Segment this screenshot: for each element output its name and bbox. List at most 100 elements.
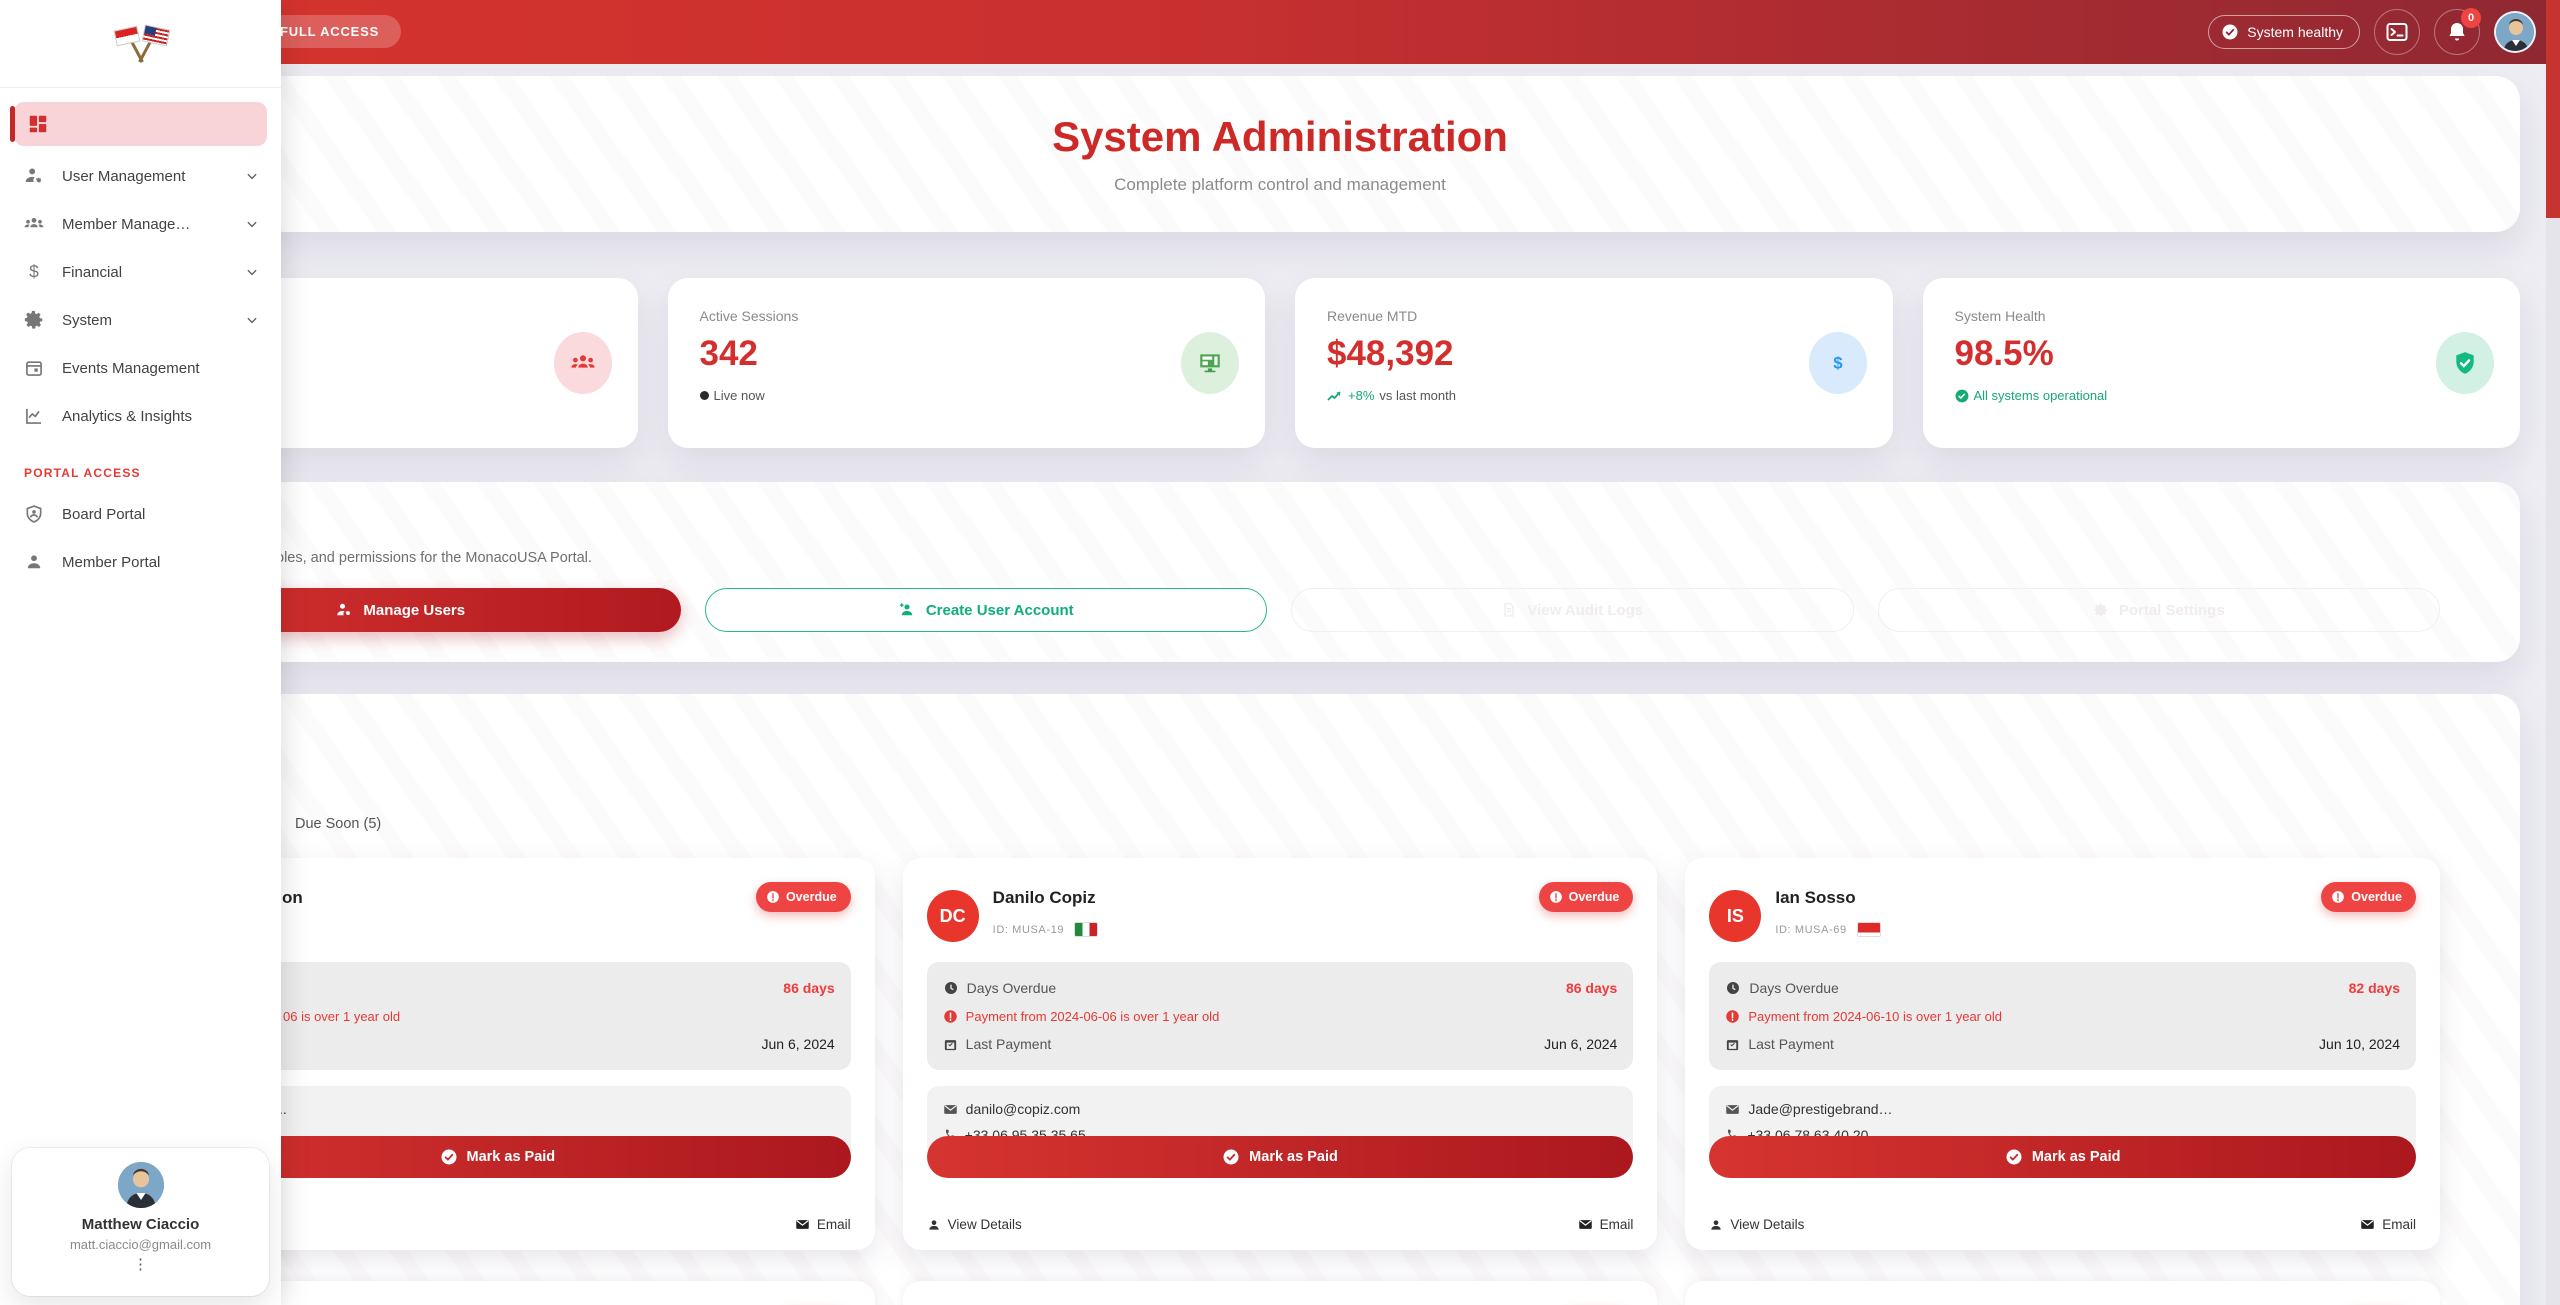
calendar-icon: [22, 356, 46, 380]
stat-card-system-health: System Health 98.5% All systems operatio…: [1923, 278, 2521, 448]
member-email: danilo@copiz.com: [966, 1101, 1081, 1117]
scrollbar-thumb[interactable]: [2546, 0, 2560, 218]
member-card: DC Danilo Copiz ID: MUSA-19 Overdue: [903, 858, 1658, 1250]
mark-as-paid-button[interactable]: Mark as Paid: [927, 1136, 1634, 1178]
sidebar-item-member-portal[interactable]: Member Portal: [10, 538, 271, 586]
days-overdue-value: 86 days: [1566, 980, 1617, 996]
terminal-icon: [2385, 20, 2409, 44]
sidebar-item-events-management[interactable]: Events Management: [10, 344, 271, 392]
topbar-avatar[interactable]: [2494, 11, 2536, 53]
chevron-down-icon: [245, 313, 259, 327]
email-link[interactable]: Email: [795, 1217, 851, 1232]
check-circle-icon: [1955, 389, 1969, 403]
chevron-down-icon: [245, 265, 259, 279]
sidebar-item-label: Member Manage…: [62, 216, 229, 233]
person-icon: [1709, 1218, 1723, 1232]
logo: [0, 0, 281, 88]
user-name: Matthew Ciaccio: [12, 1216, 269, 1233]
calendar-icon: [1725, 1037, 1740, 1052]
terminal-button[interactable]: [2374, 9, 2420, 55]
check-circle-icon: [2221, 23, 2239, 41]
stat-sub: All systems operational: [1974, 388, 2108, 403]
view-details-link[interactable]: View Details: [927, 1217, 1022, 1232]
sidebar-item-financial[interactable]: $ Financial: [10, 248, 271, 296]
sidebar-item-label: Board Portal: [62, 506, 259, 523]
stats-row: Active Sessions 342 Live now Revenue MTD…: [40, 278, 2520, 448]
stat-label: Active Sessions: [700, 308, 1234, 324]
sidebar-user-card: Matthew Ciaccio matt.ciaccio@gmail.com ⋮: [12, 1148, 269, 1296]
create-user-account-button[interactable]: Create User Account: [705, 588, 1268, 632]
hero-card: System Administration Complete platform …: [40, 76, 2520, 232]
create-user-account-label: Create User Account: [926, 602, 1074, 619]
payment-warning: 06 is over 1 year old: [283, 1009, 400, 1024]
svg-text:$: $: [1833, 355, 1842, 373]
notifications-button[interactable]: 0: [2434, 9, 2480, 55]
system-administration-page: FULL ACCESS System healthy 0: [0, 0, 2560, 1305]
portal-settings-label: Portal Settings: [2119, 602, 2225, 619]
overdue-info-box: Days Overdue 82 days Payment from 2024-0…: [1709, 962, 2416, 1070]
member-name: on: [282, 888, 756, 908]
sidebar-item-member-management[interactable]: Member Manage…: [10, 200, 271, 248]
monaco-flag-icon: [1857, 922, 1881, 937]
member-card: Overdue: [903, 1281, 1658, 1305]
stat-value: 342: [700, 334, 1234, 374]
stat-label: Revenue MTD: [1327, 308, 1861, 324]
portal-settings-button[interactable]: Portal Settings: [1878, 588, 2441, 632]
overdue-info-box: Days Overdue 86 days Payment from 2024-0…: [927, 962, 1634, 1070]
last-payment-value: Jun 6, 2024: [1544, 1036, 1617, 1052]
main-content: System Administration Complete platform …: [0, 64, 2560, 1305]
gear-icon: [2093, 602, 2109, 618]
mark-as-paid-button[interactable]: Mark as Paid: [1709, 1136, 2416, 1178]
member-id: ID: MUSA-69: [1775, 924, 1846, 936]
view-details-link[interactable]: View Details: [1709, 1217, 1804, 1232]
last-payment-value: Jun 10, 2024: [2319, 1036, 2400, 1052]
alert-icon: [943, 1009, 958, 1024]
email-link[interactable]: Email: [2360, 1217, 2416, 1232]
sidebar-item-system[interactable]: System: [10, 296, 271, 344]
kebab-menu-icon[interactable]: ⋮: [12, 1262, 269, 1268]
dashboard-grid-icon: [26, 112, 50, 136]
last-payment-value: Jun 6, 2024: [762, 1036, 835, 1052]
email-icon: [795, 1217, 810, 1232]
svg-text:$: $: [29, 262, 39, 282]
membership-section: ent Due Soon (5) on Overdue: [40, 694, 2520, 1305]
shield-check-icon: [2436, 332, 2494, 394]
person-add-icon: [898, 601, 916, 619]
gear-icon: [22, 308, 46, 332]
alert-icon: [1725, 1009, 1740, 1024]
person-gear-icon: [335, 601, 353, 619]
sidebar-item-user-management[interactable]: User Management: [10, 152, 271, 200]
next-member-cards-row: Overdue Overdue Overdue: [120, 1281, 2440, 1305]
clock-icon: [1725, 980, 1741, 996]
overdue-badge: Overdue: [2321, 882, 2416, 912]
alert-icon: [1549, 890, 1563, 904]
sidebar-item-dashboard[interactable]: [14, 102, 267, 146]
sidebar-item-label: Financial: [62, 264, 229, 281]
days-overdue-value: 86 days: [783, 980, 834, 996]
stat-trend: +8%: [1348, 388, 1374, 403]
person-icon: [927, 1218, 941, 1232]
view-audit-logs-label: View Audit Logs: [1527, 602, 1643, 619]
portal-access-heading: PORTAL ACCESS: [10, 440, 271, 490]
member-cards-row: on Overdue Days Overdue: [120, 858, 2440, 1250]
email-link[interactable]: Email: [1578, 1217, 1634, 1232]
stat-value: 98.5%: [1955, 334, 2489, 374]
check-circle-icon: [2005, 1148, 2023, 1166]
view-audit-logs-button[interactable]: View Audit Logs: [1291, 588, 1854, 632]
sidebar-item-analytics[interactable]: Analytics & Insights: [10, 392, 271, 440]
section-subtitle-fragment: oles, and permissions for the MonacoUSA …: [276, 550, 2440, 566]
live-dot-icon: [700, 391, 709, 400]
member-avatar: DC: [927, 890, 979, 942]
member-name: Danilo Copiz: [993, 888, 1539, 908]
page-scrollbar[interactable]: [2546, 0, 2560, 1305]
dollar-icon: $: [22, 260, 46, 284]
people-group-icon: [22, 212, 46, 236]
monitor-icon: [1181, 332, 1239, 394]
tab-due-soon[interactable]: Due Soon (5): [295, 816, 2440, 832]
trend-up-icon: [1327, 390, 1343, 402]
stat-label: System Health: [1955, 308, 2489, 324]
sidebar-item-board-portal[interactable]: Board Portal: [10, 490, 271, 538]
overdue-badge: Overdue: [1539, 882, 1634, 912]
user-avatar: [118, 1162, 164, 1208]
sidebar-item-label: Member Portal: [62, 554, 259, 571]
